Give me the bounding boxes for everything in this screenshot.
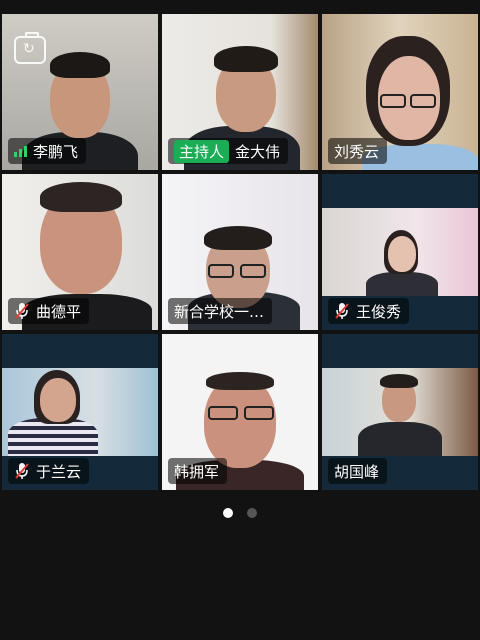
participant-name-tag: 李鹏飞 — [8, 138, 87, 164]
host-badge: 主持人 — [174, 139, 230, 163]
page-indicator — [0, 508, 480, 518]
participant-name-tag: 刘秀云 — [328, 138, 388, 164]
participant-name: 曲德平 — [36, 302, 82, 321]
mic-off-icon — [335, 303, 349, 319]
video-tile-9[interactable]: 胡国峰 — [322, 334, 478, 490]
participant-name-tag: 胡国峰 — [328, 458, 388, 484]
participant-name-tag: 于兰云 — [8, 458, 90, 484]
participant-name: 王俊秀 — [356, 302, 402, 321]
participant-name: 李鹏飞 — [33, 142, 79, 161]
participant-name: 刘秀云 — [334, 142, 380, 161]
video-tile-8[interactable]: 韩拥军 — [162, 334, 318, 490]
video-tile-6[interactable]: 王俊秀 — [322, 174, 478, 330]
participant-name-tag: 新合学校一… — [168, 298, 273, 324]
page-dot-2[interactable] — [247, 508, 257, 518]
video-tile-3[interactable]: 刘秀云 — [322, 14, 478, 170]
participant-name-tag: 韩拥军 — [168, 458, 228, 484]
video-tile-5[interactable]: 新合学校一… — [162, 174, 318, 330]
participant-name: 韩拥军 — [174, 462, 220, 481]
mic-off-icon — [15, 463, 29, 479]
signal-strength-icon — [14, 145, 27, 157]
video-feed — [2, 368, 158, 456]
mic-off-icon — [15, 303, 29, 319]
page-dot-1[interactable] — [223, 508, 233, 518]
video-tile-2[interactable]: 主持人 金大伟 — [162, 14, 318, 170]
participant-name: 于兰云 — [36, 462, 82, 481]
video-tile-7[interactable]: 于兰云 — [2, 334, 158, 490]
participant-name-tag: 王俊秀 — [328, 298, 410, 324]
video-feed — [322, 368, 478, 456]
participant-name-tag: 主持人 金大伟 — [168, 138, 289, 164]
switch-camera-icon[interactable]: ↻ — [14, 32, 46, 64]
participant-name-tag: 曲德平 — [8, 298, 90, 324]
video-feed — [322, 208, 478, 296]
video-tile-4[interactable]: 曲德平 — [2, 174, 158, 330]
participant-name: 金大伟 — [235, 142, 281, 161]
video-tile-1[interactable]: ↻ 李鹏飞 — [2, 14, 158, 170]
participant-name: 新合学校一… — [174, 302, 265, 321]
participant-name: 胡国峰 — [334, 462, 380, 481]
